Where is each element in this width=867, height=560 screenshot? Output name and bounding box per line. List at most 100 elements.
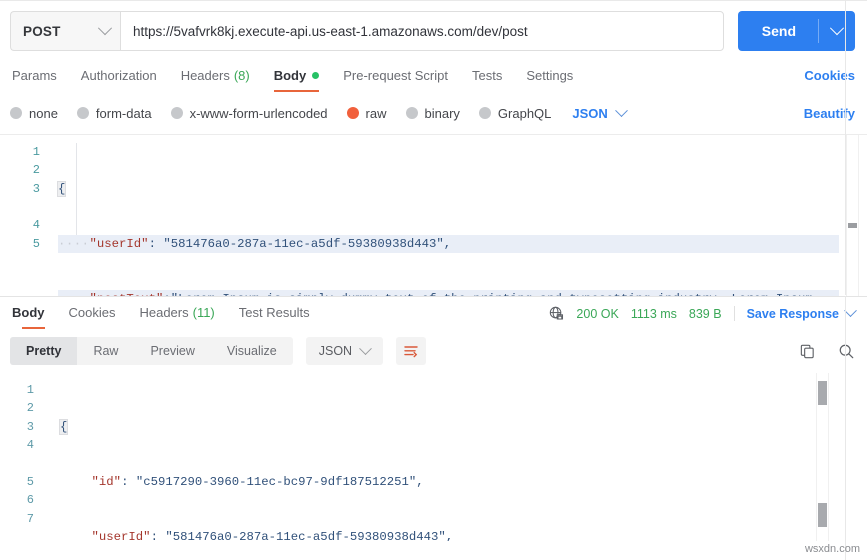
- body-format-label: JSON: [572, 105, 608, 121]
- indent: ····: [58, 237, 90, 252]
- response-meta: 200 OK 1113 ms 839 B Save Response: [549, 304, 857, 329]
- line-number: 4: [32, 218, 40, 233]
- request-code: { ····"userId": "581476a0-287a-11ec-a5df…: [56, 143, 839, 296]
- tab-pre-request-script[interactable]: Pre-request Script: [331, 68, 460, 92]
- response-body-viewer[interactable]: 1 2 3 4 5 6 7 { "id": "c5917290-3960-11e…: [0, 373, 867, 541]
- body-type-label: none: [29, 105, 58, 121]
- response-gutter: 1 2 3 4 5 6 7: [0, 381, 46, 528]
- code-line: "id": "c5917290-3960-11ec-bc97-9df187512…: [60, 473, 807, 491]
- tab-label: Test Results: [238, 305, 310, 320]
- wrap-lines-button[interactable]: [396, 337, 427, 365]
- json-value: "c5917290-3960-11ec-bc97-9df187512251": [135, 475, 417, 490]
- json-comma: ,: [443, 237, 452, 252]
- headers-count: (8): [233, 68, 250, 83]
- body-type-form-data[interactable]: form-data: [76, 105, 152, 121]
- send-options-button[interactable]: [819, 11, 855, 51]
- view-mode-pretty[interactable]: Pretty: [10, 337, 78, 365]
- response-format-selector[interactable]: JSON: [305, 337, 384, 365]
- line-number: 6: [26, 493, 34, 508]
- tab-label: Body: [273, 68, 307, 83]
- tab-label: Headers: [180, 68, 230, 83]
- tab-label: Headers: [139, 305, 189, 320]
- json-key: "userId": [89, 237, 149, 252]
- response-status: 200 OK: [576, 306, 619, 321]
- line-number: 2: [32, 163, 40, 178]
- request-gutter: 1 2 3 4 5: [0, 143, 52, 253]
- view-mode-visualize[interactable]: Visualize: [211, 337, 293, 365]
- chevron-down-icon: [359, 341, 372, 355]
- response-tab-cookies[interactable]: Cookies: [57, 305, 128, 329]
- body-type-binary[interactable]: binary: [405, 105, 460, 121]
- code-line: {: [56, 180, 839, 198]
- search-icon[interactable]: [838, 343, 855, 360]
- response-tab-headers[interactable]: Headers (11): [127, 305, 226, 329]
- save-response-label: Save Response: [746, 306, 839, 321]
- tab-authorization[interactable]: Authorization: [69, 68, 169, 92]
- body-indicator-dot-icon: [312, 72, 320, 79]
- body-type-urlencoded[interactable]: x-www-form-urlencoded: [170, 105, 328, 121]
- send-button[interactable]: Send: [738, 11, 818, 51]
- tab-label: Body: [12, 305, 45, 320]
- body-format-selector[interactable]: JSON: [572, 103, 628, 121]
- beautify-link[interactable]: Beautify: [804, 106, 855, 121]
- body-type-raw[interactable]: raw: [346, 106, 387, 121]
- copy-icon[interactable]: [799, 343, 816, 360]
- open-brace: {: [58, 418, 69, 435]
- response-tab-test-results[interactable]: Test Results: [227, 305, 322, 329]
- chevron-down-icon: [614, 103, 628, 117]
- json-colon: :: [150, 530, 166, 541]
- response-headers-count: (11): [192, 305, 215, 320]
- http-method-selector[interactable]: POST: [10, 11, 120, 51]
- response-view-mode-group: Pretty Raw Preview Visualize: [10, 337, 293, 365]
- save-response-button[interactable]: Save Response: [746, 304, 857, 321]
- scrollbar-thumb-top[interactable]: [818, 381, 827, 405]
- response-size: 839 B: [688, 306, 722, 321]
- response-right-divider: [845, 296, 846, 560]
- body-type-graphql[interactable]: GraphQL: [478, 106, 551, 121]
- request-url-row: POST Send: [0, 1, 867, 61]
- tab-label: Pre-request Script: [343, 68, 448, 83]
- body-type-row: none form-data x-www-form-urlencoded raw…: [0, 92, 867, 134]
- globe-lock-icon: [549, 306, 564, 321]
- response-time: 1113 ms: [630, 306, 677, 321]
- tab-label: Tests: [471, 68, 503, 83]
- tab-settings[interactable]: Settings: [514, 68, 585, 92]
- radio-icon: [10, 107, 22, 119]
- json-colon: :: [148, 237, 164, 252]
- body-type-none[interactable]: none: [10, 106, 58, 121]
- line-number: 7: [26, 511, 34, 526]
- response-code: { "id": "c5917290-3960-11ec-bc97-9df1875…: [58, 381, 807, 541]
- tab-body[interactable]: Body: [262, 68, 332, 92]
- response-tab-body[interactable]: Body: [10, 305, 57, 329]
- cookies-link[interactable]: Cookies: [804, 68, 855, 92]
- response-format-label: JSON: [318, 344, 353, 358]
- tab-params[interactable]: Params: [10, 68, 69, 92]
- json-value: "581476a0-287a-11ec-a5df-59380938d443": [165, 530, 446, 541]
- code-line: ····"userId": "581476a0-287a-11ec-a5df-5…: [58, 235, 839, 254]
- scrollbar-thumb[interactable]: [848, 223, 857, 228]
- response-toolbar: Pretty Raw Preview Visualize JSON: [0, 329, 867, 373]
- response-scrollbar[interactable]: [816, 373, 829, 541]
- view-mode-raw[interactable]: Raw: [77, 337, 134, 365]
- line-number: 1: [26, 383, 34, 397]
- meta-separator: [733, 306, 735, 321]
- watermark: wsxdn.com: [804, 543, 860, 555]
- line-number: 5: [26, 474, 34, 489]
- request-tabs: Params Authorization Headers (8) Body Pr…: [0, 61, 867, 92]
- tab-tests[interactable]: Tests: [460, 68, 514, 92]
- view-mode-preview[interactable]: Preview: [134, 337, 210, 365]
- line-number: 4: [26, 438, 34, 453]
- line-number: 3: [32, 181, 40, 196]
- request-body-editor[interactable]: 1 2 3 4 5 { ····"userId": "581476a0-287a…: [0, 134, 867, 296]
- body-type-label: form-data: [95, 105, 152, 121]
- body-type-label: x-www-form-urlencoded: [189, 105, 328, 121]
- request-editor-scrollbar[interactable]: [846, 135, 859, 296]
- body-type-label: binary: [424, 105, 460, 121]
- tab-headers[interactable]: Headers (8): [169, 68, 262, 92]
- scrollbar-thumb-bottom[interactable]: [818, 503, 827, 527]
- request-url-input[interactable]: [120, 11, 724, 51]
- radio-icon: [76, 107, 89, 119]
- open-brace: {: [56, 180, 67, 197]
- radio-icon: [405, 107, 418, 119]
